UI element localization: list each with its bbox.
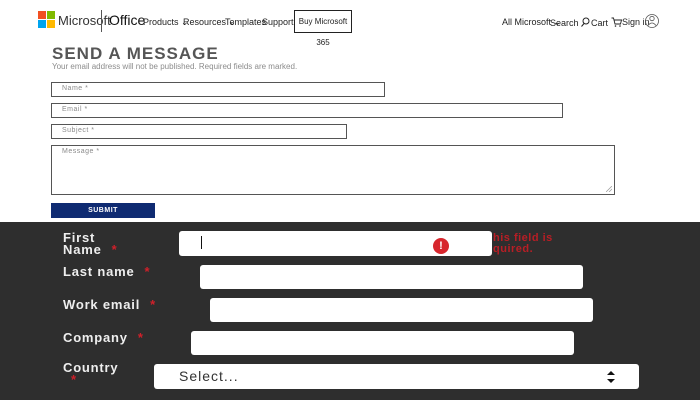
product-name[interactable]: Office bbox=[109, 12, 145, 28]
email-placeholder: Email * bbox=[62, 106, 88, 113]
company-input[interactable] bbox=[191, 331, 574, 355]
work-email-label: Work email * bbox=[63, 297, 156, 312]
required-asterisk: * bbox=[71, 372, 77, 387]
header-divider bbox=[101, 10, 102, 32]
last-name-label: Last name * bbox=[63, 264, 151, 279]
name-field[interactable]: Name * bbox=[51, 82, 385, 97]
cart-icon bbox=[611, 17, 622, 27]
account-icon[interactable] bbox=[645, 10, 659, 32]
required-asterisk: * bbox=[144, 264, 151, 279]
first-name-label-line2: Name * bbox=[63, 242, 118, 257]
select-arrows-icon bbox=[607, 371, 615, 383]
first-name-input[interactable]: ! bbox=[179, 231, 492, 256]
required-asterisk: * bbox=[111, 242, 118, 257]
work-email-input[interactable] bbox=[210, 298, 593, 322]
nav-products[interactable]: Products ⌄ bbox=[143, 17, 189, 28]
name-placeholder: Name * bbox=[62, 85, 89, 92]
subject-placeholder: Subject * bbox=[62, 127, 95, 134]
country-select[interactable]: Select... bbox=[154, 364, 639, 389]
message-textarea[interactable]: Message * bbox=[51, 145, 615, 195]
subject-field[interactable]: Subject * bbox=[51, 124, 347, 139]
search-icon bbox=[581, 17, 590, 27]
brand-name[interactable]: Microsoft bbox=[58, 13, 111, 28]
field-error-message: his field is quired. bbox=[493, 232, 553, 255]
required-fields-note: Your email address will not be published… bbox=[52, 62, 298, 71]
search-label: Search bbox=[550, 18, 579, 28]
nav-support[interactable]: Support bbox=[262, 17, 294, 27]
submit-button[interactable]: SUBMIT bbox=[51, 203, 155, 218]
country-select-value: Select... bbox=[179, 368, 239, 384]
message-placeholder: Message * bbox=[62, 148, 100, 155]
error-icon: ! bbox=[433, 238, 449, 254]
microsoft-logo-icon[interactable] bbox=[38, 11, 56, 29]
cart-label: Cart bbox=[591, 18, 609, 28]
required-asterisk: * bbox=[137, 330, 144, 345]
buy-microsoft-365-button[interactable]: Buy Microsoft 365 bbox=[294, 10, 352, 47]
last-name-input[interactable] bbox=[200, 265, 583, 289]
company-label: Company * bbox=[63, 330, 144, 345]
email-field[interactable]: Email * bbox=[51, 103, 563, 118]
required-asterisk: * bbox=[150, 297, 156, 312]
text-cursor bbox=[201, 236, 202, 249]
resize-handle-icon[interactable] bbox=[606, 186, 612, 192]
nav-templates[interactable]: Templates bbox=[225, 17, 266, 27]
send-message-title: SEND A MESSAGE bbox=[52, 44, 219, 63]
first-name-label: First Name * bbox=[63, 231, 118, 257]
country-label: Country * bbox=[63, 360, 119, 387]
cart-link[interactable]: Cart bbox=[591, 17, 622, 28]
site-header: Microsoft Office Products ⌄ Resources ⌄ … bbox=[0, 0, 700, 47]
search-link[interactable]: Search bbox=[550, 17, 590, 28]
